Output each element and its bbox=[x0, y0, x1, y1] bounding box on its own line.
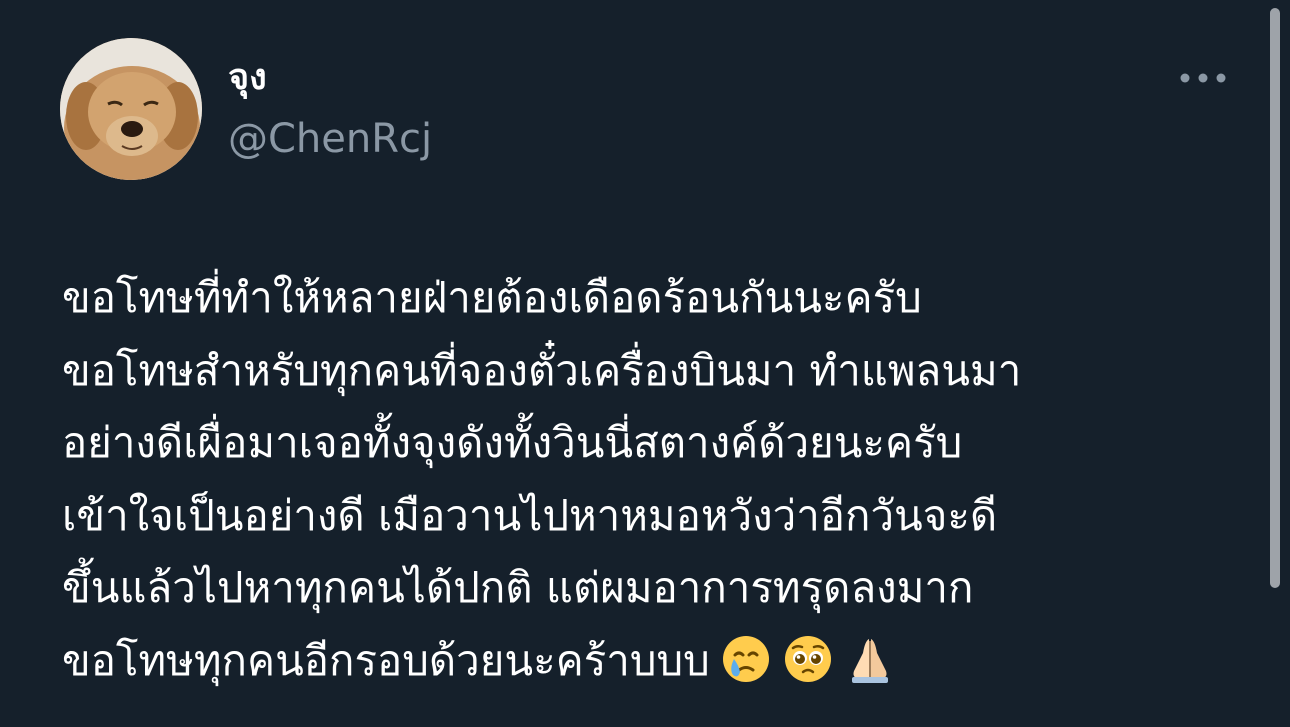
avatar[interactable] bbox=[60, 38, 202, 180]
tweet-text: ขอโทษที่ทำให้หลายฝ่ายต้องเดือดร้อนกันนะค… bbox=[62, 262, 1252, 697]
tweet-text-line: ขอโทษที่ทำให้หลายฝ่ายต้องเดือดร้อนกันนะค… bbox=[62, 273, 922, 322]
tweet-text-line: ขอโทษทุกคนอีกรอบด้วยนะคร้าบบบ bbox=[62, 635, 710, 685]
tweet-text-line: เข้าใจเป็นอย่างดี เมือวานไปหาหมอหวังว่าอ… bbox=[62, 490, 998, 540]
pleading-face-emoji-icon bbox=[782, 633, 834, 685]
user-handle[interactable]: @ChenRcj bbox=[228, 112, 432, 166]
display-name[interactable]: จุง bbox=[228, 54, 267, 102]
more-horizontal-icon bbox=[1180, 73, 1226, 83]
scrollbar[interactable] bbox=[1270, 8, 1280, 588]
folded-hands-emoji-icon bbox=[844, 633, 896, 685]
tweet-text-line: ขอโทษสำหรับทุกคนที่จองตั๋วเครื่องบินมา ท… bbox=[62, 345, 1022, 395]
more-options-button[interactable] bbox=[1176, 62, 1230, 94]
tweet-text-line: ขึ้นแล้วไปหาทุกคนได้ปกติ แต่ผมอาการทรุดล… bbox=[62, 563, 974, 612]
dog-photo-icon bbox=[60, 38, 202, 180]
crying-face-emoji-icon bbox=[720, 633, 772, 685]
tweet-text-line: อย่างดีเผื่อมาเจอทั้งจุงดังทั้งวินนี่สตา… bbox=[62, 418, 963, 467]
tweet-text-last-line: ขอโทษทุกคนอีกรอบด้วยนะคร้าบบบ bbox=[62, 625, 1252, 698]
